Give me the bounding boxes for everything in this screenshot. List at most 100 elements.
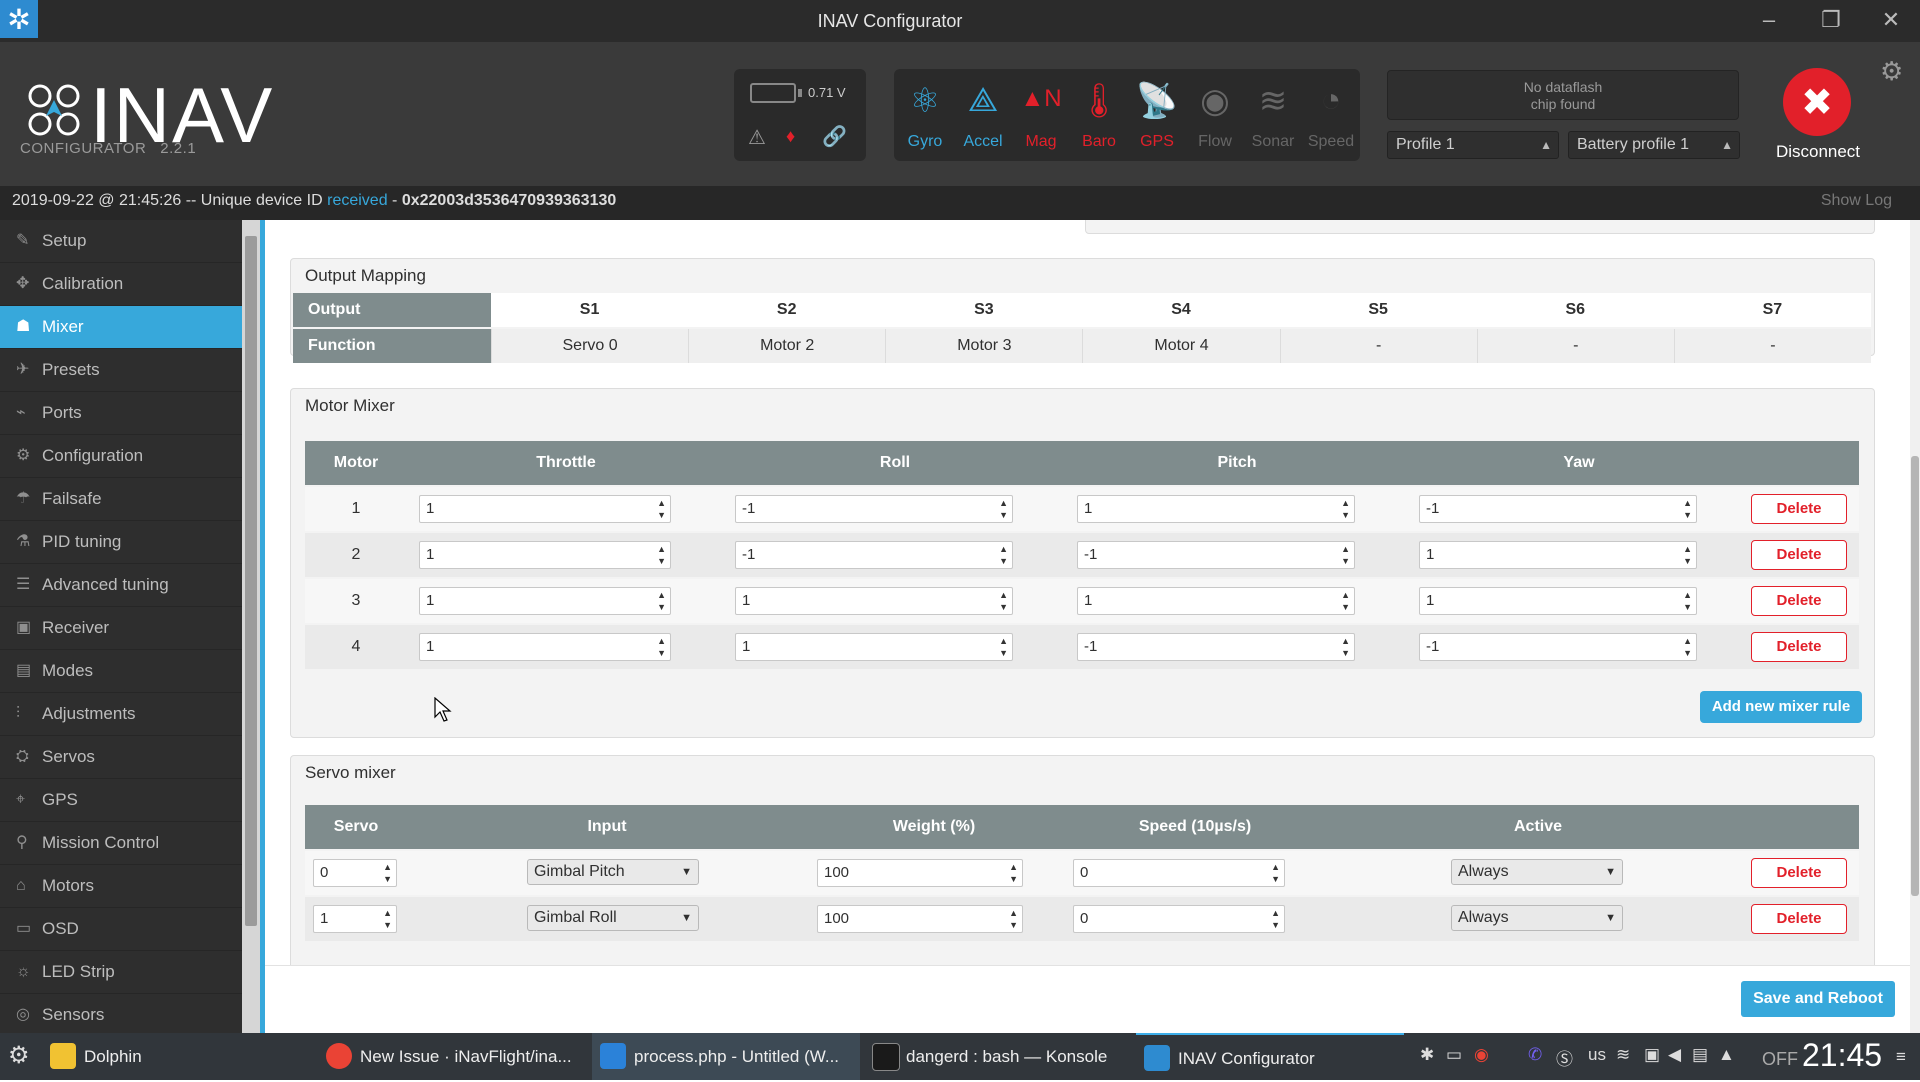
spinner-arrows-icon[interactable]: ▲ ▼ — [1341, 497, 1350, 521]
yaw-input[interactable]: 1 ▲ ▼ — [1419, 541, 1697, 569]
keyboard-layout[interactable]: us — [1588, 1045, 1606, 1065]
spinner-arrows-icon[interactable]: ▲ ▼ — [1683, 589, 1692, 613]
task-vscode[interactable]: process.php - Untitled (W... — [592, 1033, 860, 1080]
throttle-input[interactable]: 1 ▲ ▼ — [419, 587, 671, 615]
yaw-input[interactable]: -1 ▲ ▼ — [1419, 633, 1697, 661]
spinner-arrows-icon[interactable]: ▲ ▼ — [657, 589, 666, 613]
add-mixer-rule-button[interactable]: Add new mixer rule — [1700, 691, 1862, 723]
spinner-arrows-icon[interactable]: ▲ ▼ — [657, 635, 666, 659]
spinner-arrows-icon[interactable]: ▲ ▼ — [383, 907, 392, 931]
input-select[interactable]: Gimbal Pitch ▼ — [527, 859, 699, 885]
sidebar-item-failsafe[interactable]: ☂ Failsafe — [0, 478, 242, 521]
servo-index-input[interactable]: 0 ▲ ▼ — [313, 859, 397, 887]
spinner-arrows-icon[interactable]: ▲ ▼ — [1009, 861, 1018, 885]
spinner-arrows-icon[interactable]: ▲ ▼ — [999, 589, 1008, 613]
panel-menu-icon[interactable]: ≡ — [1896, 1047, 1906, 1067]
throttle-input[interactable]: 1 ▲ ▼ — [419, 541, 671, 569]
status-received-link[interactable]: received — [327, 192, 387, 209]
speed-input[interactable]: 0 ▲ ▼ — [1073, 859, 1285, 887]
weight-input[interactable]: 100 ▲ ▼ — [817, 859, 1023, 887]
settings-gear-icon[interactable]: ⚙ — [1880, 56, 1903, 87]
sidebar-item-mission-control[interactable]: ⚲ Mission Control — [0, 822, 242, 865]
speed-input[interactable]: 0 ▲ ▼ — [1073, 905, 1285, 933]
sidebar-item-advanced-tuning[interactable]: ☰ Advanced tuning — [0, 564, 242, 607]
close-icon[interactable]: ✕ — [1876, 7, 1906, 33]
volume-icon[interactable]: ◀ — [1668, 1045, 1681, 1065]
roll-input[interactable]: -1 ▲ ▼ — [735, 541, 1013, 569]
spinner-arrows-icon[interactable]: ▲ ▼ — [1009, 907, 1018, 931]
spinner-arrows-icon[interactable]: ▲ ▼ — [1683, 543, 1692, 567]
active-select[interactable]: Always ▼ — [1451, 905, 1623, 931]
delete-button[interactable]: Delete — [1751, 540, 1847, 570]
sidebar-scroll-thumb[interactable] — [245, 236, 257, 926]
main-scroll-thumb[interactable] — [1911, 456, 1919, 896]
show-log-link[interactable]: Show Log — [1821, 192, 1892, 210]
disconnect-button[interactable]: ✖ — [1783, 68, 1851, 136]
sidebar-item-modes[interactable]: ▤ Modes — [0, 650, 242, 693]
spinner-arrows-icon[interactable]: ▲ ▼ — [1271, 861, 1280, 885]
spinner-arrows-icon[interactable]: ▲ ▼ — [1341, 635, 1350, 659]
sidebar-item-presets[interactable]: ✈ Presets — [0, 349, 242, 392]
delete-button[interactable]: Delete — [1751, 904, 1847, 934]
sidebar-item-pid-tuning[interactable]: ⚗ PID tuning — [0, 521, 242, 564]
clipboard-icon[interactable]: ▤ — [1692, 1045, 1708, 1065]
spinner-arrows-icon[interactable]: ▲ ▼ — [999, 497, 1008, 521]
restore-icon[interactable]: ❐ — [1816, 7, 1846, 33]
active-select[interactable]: Always ▼ — [1451, 859, 1623, 885]
task-dolphin[interactable]: Dolphin — [42, 1033, 312, 1080]
sidebar-item-motors[interactable]: ⌂ Motors — [0, 865, 242, 908]
minimize-icon[interactable]: – — [1754, 7, 1784, 33]
yaw-input[interactable]: -1 ▲ ▼ — [1419, 495, 1697, 523]
sidebar-item-configuration[interactable]: ⚙ Configuration — [0, 435, 242, 478]
roll-input[interactable]: 1 ▲ ▼ — [735, 587, 1013, 615]
throttle-input[interactable]: 1 ▲ ▼ — [419, 633, 671, 661]
battery-tray-icon[interactable]: ▭ — [1446, 1045, 1462, 1065]
spinner-arrows-icon[interactable]: ▲ ▼ — [1341, 589, 1350, 613]
sidebar-item-sensors[interactable]: ◎ Sensors — [0, 994, 242, 1037]
spinner-arrows-icon[interactable]: ▲ ▼ — [1683, 497, 1692, 521]
sidebar-item-gps[interactable]: ⌖ GPS — [0, 779, 242, 822]
profile-select[interactable]: Profile 1 ▲ — [1387, 131, 1559, 159]
yaw-input[interactable]: 1 ▲ ▼ — [1419, 587, 1697, 615]
task-inav[interactable]: INAV Configurator — [1136, 1033, 1404, 1080]
spinner-arrows-icon[interactable]: ▲ ▼ — [999, 543, 1008, 567]
servo-index-input[interactable]: 1 ▲ ▼ — [313, 905, 397, 933]
weight-input[interactable]: 100 ▲ ▼ — [817, 905, 1023, 933]
sidebar-item-receiver[interactable]: ▣ Receiver — [0, 607, 242, 650]
tray-expand-icon[interactable]: ▲ — [1718, 1045, 1735, 1065]
sidebar-item-adjustments[interactable]: ⫶ Adjustments — [0, 693, 242, 736]
task-chrome[interactable]: New Issue · iNavFlight/ina... — [318, 1033, 586, 1080]
spinner-arrows-icon[interactable]: ▲ ▼ — [383, 861, 392, 885]
sidebar-scrollbar[interactable] — [242, 220, 260, 1033]
delete-button[interactable]: Delete — [1751, 494, 1847, 524]
spinner-arrows-icon[interactable]: ▲ ▼ — [1271, 907, 1280, 931]
task-konsole[interactable]: dangerd : bash — Konsole — [864, 1033, 1132, 1080]
pitch-input[interactable]: 1 ▲ ▼ — [1077, 587, 1355, 615]
throttle-input[interactable]: 1 ▲ ▼ — [419, 495, 671, 523]
wifi-icon[interactable]: ≋ — [1616, 1045, 1630, 1065]
sidebar-item-calibration[interactable]: ✥ Calibration — [0, 263, 242, 306]
sidebar-item-led-strip[interactable]: ☼ LED Strip — [0, 951, 242, 994]
delete-button[interactable]: Delete — [1751, 632, 1847, 662]
battery-profile-select[interactable]: Battery profile 1 ▲ — [1568, 131, 1740, 159]
save-and-reboot-button[interactable]: Save and Reboot — [1741, 981, 1895, 1017]
sidebar-item-servos[interactable]: ⛭ Servos — [0, 736, 242, 779]
spinner-arrows-icon[interactable]: ▲ ▼ — [657, 543, 666, 567]
viber-icon[interactable]: ✆ — [1528, 1045, 1542, 1065]
sidebar-item-setup[interactable]: ✎ Setup — [0, 220, 242, 263]
sidebar-item-osd[interactable]: ▭ OSD — [0, 908, 242, 951]
bluetooth-icon[interactable]: ✱ — [1420, 1045, 1434, 1065]
pitch-input[interactable]: -1 ▲ ▼ — [1077, 633, 1355, 661]
pitch-input[interactable]: -1 ▲ ▼ — [1077, 541, 1355, 569]
roll-input[interactable]: 1 ▲ ▼ — [735, 633, 1013, 661]
spinner-arrows-icon[interactable]: ▲ ▼ — [1341, 543, 1350, 567]
spinner-arrows-icon[interactable]: ▲ ▼ — [1683, 635, 1692, 659]
main-scrollbar[interactable] — [1910, 220, 1920, 1033]
sidebar-item-mixer[interactable]: ☗ Mixer — [0, 306, 242, 349]
disconnect-label[interactable]: Disconnect — [1760, 142, 1876, 162]
spinner-arrows-icon[interactable]: ▲ ▼ — [999, 635, 1008, 659]
input-select[interactable]: Gimbal Roll ▼ — [527, 905, 699, 931]
lock-icon[interactable]: ▣ — [1644, 1045, 1660, 1065]
sidebar-item-ports[interactable]: ⌁ Ports — [0, 392, 242, 435]
chrome-tray-icon[interactable]: ◉ — [1474, 1045, 1489, 1065]
